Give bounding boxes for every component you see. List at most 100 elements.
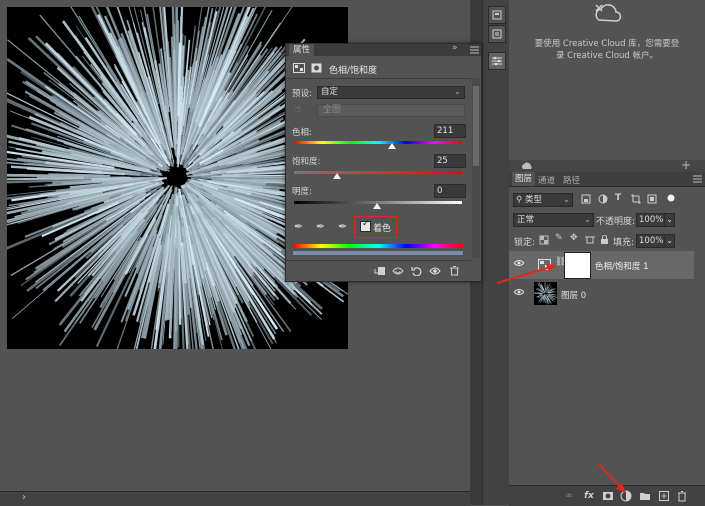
horizontal-scrollbar[interactable]: › (0, 491, 470, 506)
chevron-down-icon: ⌄ (584, 214, 591, 226)
visibility-icon[interactable] (429, 266, 441, 276)
lightness-slider-thumb[interactable] (373, 203, 381, 209)
hue-saturation-adjustment-icon (293, 63, 305, 73)
properties-panel: 属性 » 色相/饱和度 预设: 自定 ⌄ ☝ 全图 色相: 211 饱和度: 2… (285, 43, 482, 282)
preset-value: 自定 (321, 87, 338, 98)
colorize-label[interactable]: 着色 (373, 221, 391, 234)
trash-icon[interactable] (449, 265, 460, 276)
layer-row-layer0[interactable]: 图层 0 (509, 280, 694, 308)
lightness-value-field[interactable]: 0 (434, 184, 466, 198)
reset-icon[interactable] (411, 266, 422, 276)
saturation-label: 饱和度: (292, 155, 320, 167)
fill-label: 填充: (613, 235, 634, 248)
channel-select[interactable]: 全图 (317, 104, 465, 117)
hue-slider-thumb[interactable] (388, 143, 396, 149)
add-library-icon[interactable]: + (681, 158, 691, 172)
scroll-thumb[interactable] (473, 86, 479, 166)
tab-layers[interactable]: 图层 (512, 172, 535, 186)
cc-message-line1: 要使用 Creative Cloud 库，您需要登 (509, 38, 705, 50)
layer-style-icon[interactable]: fx (583, 490, 595, 502)
pixel-filter-icon[interactable] (581, 194, 591, 204)
lightness-label: 明度: (292, 185, 312, 197)
collapsed-panel-strip (482, 0, 510, 505)
layers-footer: ∞ fx (509, 485, 705, 506)
mask-icon[interactable] (311, 63, 322, 73)
tab-paths[interactable]: 路径 (563, 174, 580, 186)
layer-filter-select[interactable]: ⚲ 类型 ⌄ (513, 193, 573, 207)
layer-name[interactable]: 色相/饱和度 1 (595, 260, 648, 272)
filter-kind-value: 类型 (525, 194, 542, 206)
lock-transparent-pixels-icon[interactable] (539, 235, 549, 245)
search-icon: ⚲ (516, 194, 522, 206)
panel-menu-icon[interactable] (470, 46, 479, 54)
lock-all-icon[interactable] (600, 235, 609, 245)
cloud-small-icon[interactable] (521, 161, 533, 171)
on-image-adjust-icon[interactable]: ☝ (295, 104, 301, 115)
layer-mask-thumbnail[interactable] (564, 252, 591, 279)
layer-name[interactable]: 图层 0 (561, 289, 586, 301)
layer-row-hue-saturation[interactable]: ⛓ 色相/饱和度 1 (509, 251, 694, 279)
properties-panel-icon[interactable] (488, 52, 506, 70)
layers-panel: + 图层 通道 路径 ⚲ 类型 ⌄ T 正常 ⌄ 不透明度: 100% ⌄ 锁定… (509, 160, 705, 505)
adjustment-header: 色相/饱和度 (286, 58, 471, 79)
clip-to-layer-icon[interactable] (374, 266, 386, 276)
lock-image-pixels-icon[interactable]: ✎ (555, 233, 563, 243)
saturation-value-field[interactable]: 25 (434, 154, 466, 168)
blend-mode-select[interactable]: 正常 ⌄ (513, 213, 594, 227)
smart-object-filter-icon[interactable] (647, 194, 657, 204)
colorize-checkbox[interactable]: ✓ (360, 221, 371, 232)
add-mask-icon[interactable] (602, 490, 614, 502)
eye-icon[interactable] (514, 288, 524, 296)
new-adjustment-layer-icon[interactable] (620, 490, 632, 502)
preset-label: 预设: (292, 87, 312, 99)
checkmark-icon: ✓ (362, 219, 370, 229)
link-layers-icon[interactable]: ∞ (563, 490, 575, 502)
opacity-field[interactable]: 100% (636, 213, 666, 227)
adjustment-filter-icon[interactable] (598, 194, 608, 204)
properties-footer (286, 260, 471, 281)
fill-field[interactable]: 100% (636, 234, 666, 248)
shape-filter-icon[interactable] (631, 194, 641, 204)
lock-label: 锁定: (514, 235, 535, 248)
view-previous-state-icon[interactable] (392, 266, 404, 276)
notes-panel-icon[interactable] (488, 25, 506, 43)
eyedropper-add-icon[interactable]: ✒ (316, 220, 325, 233)
trash-icon[interactable] (676, 490, 688, 502)
properties-header[interactable]: 属性 » (286, 44, 481, 56)
layers-tabbar: 图层 通道 路径 (509, 172, 705, 187)
filter-icons-row: T (581, 194, 681, 205)
hue-value-field[interactable]: 211 (434, 124, 466, 138)
creative-cloud-login-message: 要使用 Creative Cloud 库，您需要登 录 Creative Clo… (509, 38, 705, 62)
saturation-slider[interactable] (294, 171, 462, 174)
opacity-label: 不透明度: (596, 214, 635, 227)
layer-thumbnail[interactable] (534, 282, 557, 305)
preset-select[interactable]: 自定 ⌄ (317, 86, 465, 99)
eyedropper-subtract-icon[interactable]: ✒ (338, 220, 347, 233)
lock-artboard-icon[interactable] (585, 235, 595, 245)
tab-channels[interactable]: 通道 (538, 174, 555, 186)
hue-slider[interactable] (294, 141, 462, 144)
chevron-down-icon: ⌄ (563, 194, 570, 206)
filter-toggle-icon[interactable] (665, 192, 677, 204)
properties-title: 属性 (289, 44, 314, 56)
libraries-panel-icon[interactable] (488, 6, 506, 24)
panel-menu-icon[interactable] (693, 175, 702, 183)
collapse-panel-icon[interactable]: » (452, 43, 458, 53)
saturation-slider-thumb[interactable] (333, 173, 341, 179)
scroll-right-icon[interactable]: › (22, 492, 26, 503)
chevron-down-icon: ⌄ (454, 87, 461, 98)
fill-dropdown-icon[interactable]: ⌄ (664, 234, 675, 248)
libraries-panel: 要使用 Creative Cloud 库，您需要登 录 Creative Clo… (509, 0, 705, 160)
eyedropper-icon[interactable]: ✒ (294, 220, 303, 233)
new-layer-icon[interactable] (658, 490, 670, 502)
output-color-bar (293, 251, 463, 255)
eye-icon[interactable] (514, 259, 524, 267)
type-filter-icon[interactable]: T (615, 193, 621, 203)
properties-scrollbar[interactable] (472, 78, 480, 258)
opacity-dropdown-icon[interactable]: ⌄ (664, 213, 675, 227)
lock-position-icon[interactable]: ✥ (570, 233, 578, 243)
new-group-icon[interactable] (639, 490, 651, 502)
adjustment-name: 色相/饱和度 (329, 63, 377, 76)
input-color-bar (293, 244, 463, 248)
blend-mode-value: 正常 (517, 214, 534, 226)
